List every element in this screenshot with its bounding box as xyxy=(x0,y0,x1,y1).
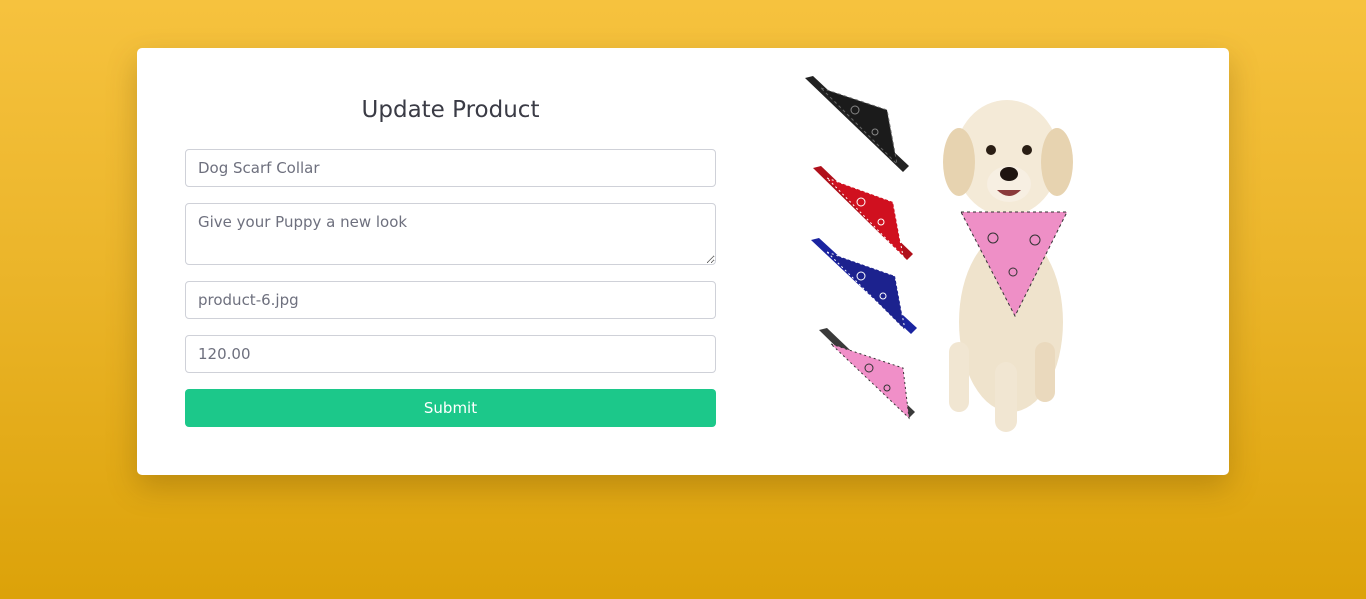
product-image-input[interactable] xyxy=(185,281,716,319)
submit-button[interactable]: Submit xyxy=(185,389,716,427)
product-card: Update Product Give your Puppy a new loo… xyxy=(137,48,1229,475)
page-title: Update Product xyxy=(361,97,540,123)
dog-scarf-collar-illustration xyxy=(799,62,1077,452)
product-description-textarea[interactable]: Give your Puppy a new look xyxy=(185,203,716,265)
product-image xyxy=(799,62,1077,452)
product-price-input[interactable] xyxy=(185,335,716,373)
product-name-input[interactable] xyxy=(185,149,716,187)
